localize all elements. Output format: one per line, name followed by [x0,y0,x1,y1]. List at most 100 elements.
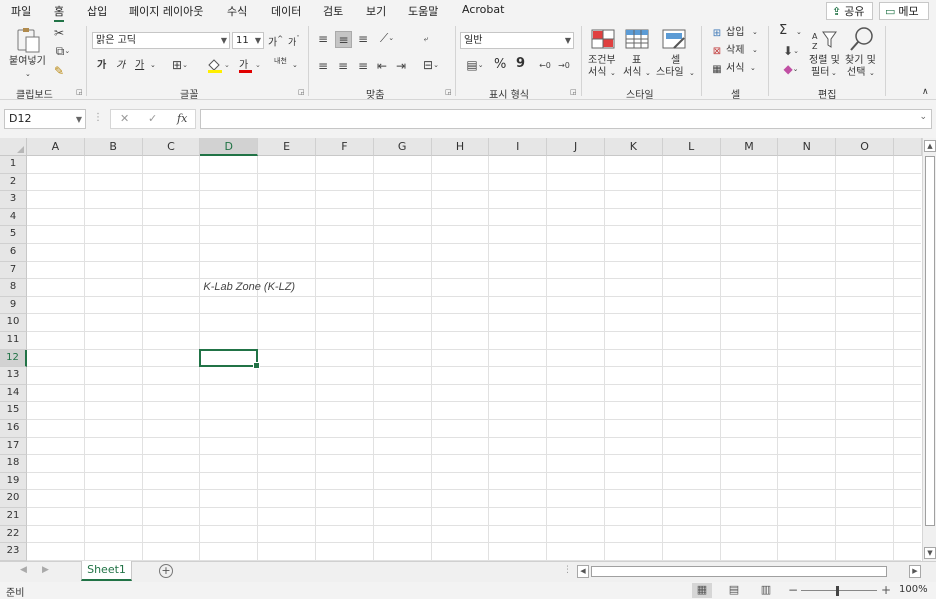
autosum-dropdown-icon[interactable]: ⌄ [796,26,802,39]
format-cells-icon[interactable]: ▦ [710,63,724,75]
clipboard-launcher-icon[interactable]: ◲ [76,88,83,96]
conditional-formatting-label-2[interactable]: 서식 [588,67,606,79]
name-box[interactable]: D12 ▼ [4,109,86,129]
font-size-select[interactable]: 11 ▼ [232,32,264,49]
row-header[interactable]: 12 [0,349,27,368]
cancel-icon[interactable]: ✕ [120,112,129,125]
zoom-in-button[interactable]: + [881,583,891,597]
expand-formula-bar-icon[interactable]: ⌄ [919,112,927,122]
conditional-formatting-icon[interactable] [591,28,615,50]
scroll-left-icon[interactable]: ◀ [577,565,589,578]
cell-styles-icon[interactable] [662,28,686,50]
column-header[interactable]: D [200,138,259,156]
share-button[interactable]: ⇪ 공유 [826,2,873,20]
column-header[interactable]: J [547,138,605,156]
find-select-label-1[interactable]: 찾기 및 [845,55,876,67]
normal-view-icon[interactable]: ▦ [692,583,712,598]
cut-icon[interactable]: ✂ [52,26,66,40]
menu-tab-acrobat[interactable]: Acrobat [462,3,504,16]
cell-styles-label-1[interactable]: 셀 [671,55,680,67]
delete-cells-icon[interactable]: ⊠ [710,45,724,57]
merge-center-icon[interactable]: ⊟ ⌄ [418,58,444,72]
row-header[interactable]: 4 [0,208,27,227]
worksheet-grid[interactable]: A B C D E F G H I J K L M N O 1 2 3 4 5 6 7 8 9 10 11 12 13 14 15 16 17… [0,138,936,561]
collapse-ribbon-icon[interactable]: ∧ [922,86,929,99]
format-as-table-label-2[interactable]: 서식 [623,67,641,79]
align-bottom-icon[interactable]: ≡ [356,32,370,46]
wrap-text-icon[interactable]: ⤶ [418,31,434,47]
prev-sheet-icon[interactable]: ◀ [20,565,27,575]
menu-tab-data[interactable]: 데이터 [271,3,301,19]
column-header[interactable]: A [27,138,85,156]
underline-button[interactable]: 가 [135,59,144,72]
font-name-select[interactable]: 맑은 고딕 ▼ [92,32,230,49]
align-top-icon[interactable]: ≡ [316,32,330,46]
formula-input[interactable]: ⌄ [200,109,932,129]
horizontal-scrollbar[interactable]: ◀ ▶ [577,565,922,579]
sort-filter-icon[interactable]: AZ [812,28,838,52]
row-header[interactable]: 13 [0,367,27,385]
orientation-icon[interactable]: ⟋ ⌄ [375,31,399,45]
menu-tab-insert[interactable]: 삽입 [87,3,107,19]
menu-tab-view[interactable]: 보기 [366,3,386,19]
row-header[interactable]: 6 [0,244,27,262]
delete-cells-button[interactable]: 삭제 [726,44,744,57]
underline-dropdown-icon[interactable]: ⌄ [150,59,156,72]
insert-cells-dropdown-icon[interactable]: ⌄ [752,26,758,39]
autosum-button[interactable]: Σ [779,24,787,37]
number-format-select[interactable]: 일반 ▼ [460,32,574,49]
grow-font-button[interactable]: 가^ [268,33,283,49]
menu-tab-file[interactable]: 파일 [11,3,31,19]
font-color-icon[interactable]: 가 ⌄ [238,57,262,73]
align-left-icon[interactable]: ≡ [316,59,330,73]
insert-cells-icon[interactable]: ⊞ [710,27,724,39]
sort-filter-label-2[interactable]: 필터 [811,67,829,79]
align-right-icon[interactable]: ≡ [356,59,370,73]
add-sheet-icon[interactable]: + [159,564,173,578]
fill-icon[interactable]: ⬇ ⌄ [779,44,803,58]
fill-color-icon[interactable]: ⌄ [205,57,231,73]
vertical-scroll-thumb[interactable] [925,156,935,526]
cell-value[interactable]: K-Lab Zone (K-LZ) [203,281,295,293]
row-header[interactable]: 14 [0,384,27,403]
row-header[interactable]: 1 [0,156,27,174]
increase-indent-icon[interactable]: ⇥ [394,59,408,73]
align-center-icon[interactable]: ≡ [336,59,350,73]
column-header[interactable]: L [662,138,721,156]
phonetic-dropdown-icon[interactable]: ⌄ [292,59,298,72]
format-painter-icon[interactable]: ✎ [52,64,66,78]
column-header[interactable]: F [316,138,374,156]
row-header[interactable]: 5 [0,226,27,244]
borders-icon[interactable]: ⊞ ⌄ [168,58,192,72]
column-header[interactable]: G [373,138,432,156]
cell-styles-dropdown-icon[interactable]: ⌄ [689,67,695,80]
zoom-level[interactable]: 100% [899,584,928,595]
horizontal-scroll-thumb[interactable] [591,566,887,577]
accounting-format-icon[interactable]: ▤ ⌄ [462,58,488,72]
bold-button[interactable]: 가 [97,59,106,72]
copy-icon[interactable]: ⧉ ⌄ [52,44,74,58]
zoom-slider[interactable] [801,590,877,591]
conditional-formatting-dropdown-icon[interactable]: ⌄ [610,67,616,80]
page-layout-view-icon[interactable]: ▤ [724,583,744,598]
row-header[interactable]: 20 [0,490,27,508]
paste-icon[interactable] [14,26,42,54]
comments-button[interactable]: ▭ 메모 [879,2,929,20]
italic-button[interactable]: 가 [116,59,125,72]
increase-decimal-icon[interactable]: ←0 [537,58,553,72]
sheet-tab[interactable]: Sheet1 [81,561,132,581]
decrease-indent-icon[interactable]: ⇤ [375,59,389,73]
row-header[interactable]: 17 [0,437,27,456]
column-header[interactable]: O [836,138,894,156]
row-header[interactable]: 8 [0,279,27,297]
row-header[interactable]: 19 [0,472,27,491]
format-cells-button[interactable]: 서식 [726,62,744,75]
row-header[interactable]: 7 [0,261,27,280]
row-header[interactable]: 22 [0,525,27,544]
delete-cells-dropdown-icon[interactable]: ⌄ [752,44,758,57]
row-header[interactable]: 21 [0,508,27,526]
format-cells-dropdown-icon[interactable]: ⌄ [750,62,756,75]
menu-tab-review[interactable]: 검토 [323,3,343,19]
row-header[interactable]: 16 [0,420,27,438]
scroll-down-icon[interactable]: ▼ [924,547,936,559]
